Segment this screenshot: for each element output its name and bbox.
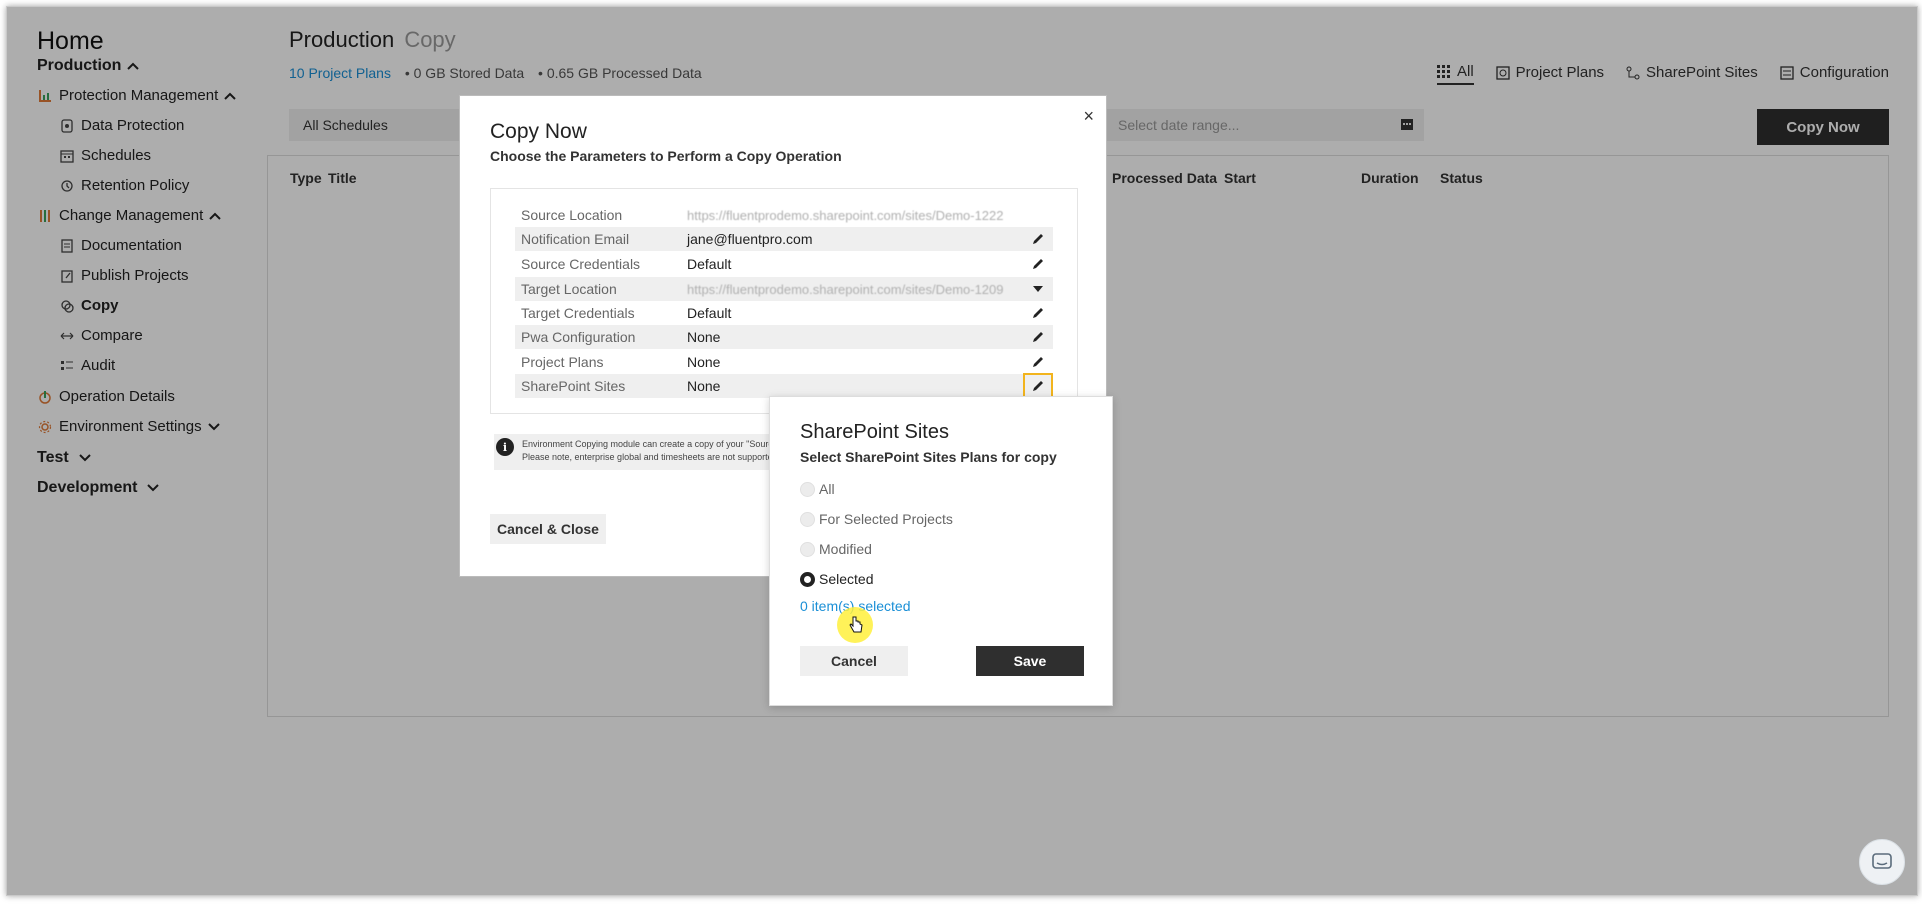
caret-down-icon[interactable] <box>1023 277 1053 301</box>
param-key: Target Credentials <box>521 305 635 321</box>
param-key: Target Location <box>521 281 617 297</box>
radio-button[interactable] <box>800 571 815 587</box>
edit-pencil-icon[interactable] <box>1023 252 1053 276</box>
param-value: None <box>687 378 721 394</box>
edit-pencil-icon[interactable] <box>1023 301 1053 325</box>
cancel-button[interactable]: Cancel <box>800 646 908 676</box>
radio-label: For Selected Projects <box>819 511 953 527</box>
popup-subtitle: Select SharePoint Sites Plans for copy <box>800 449 1057 465</box>
info-text-line: Environment Copying module can create a … <box>522 439 784 449</box>
popup-title: SharePoint Sites <box>800 421 949 443</box>
radio-label: Selected <box>819 571 874 587</box>
param-key: Notification Email <box>521 231 630 247</box>
chat-widget-button[interactable] <box>1859 839 1905 885</box>
parameters-table: Source Location https://fluentprodemo.sh… <box>490 188 1078 414</box>
param-key: Source Credentials <box>521 256 641 272</box>
radio-button[interactable] <box>800 541 815 557</box>
radio-selected[interactable]: Selected <box>800 571 873 587</box>
param-row-notification-email: Notification Email jane@fluentpro.com <box>515 227 1053 251</box>
param-key: Pwa Configuration <box>521 329 636 345</box>
param-row-target-credentials: Target Credentials Default <box>515 301 1053 325</box>
param-value: Default <box>687 256 732 272</box>
param-row-source-credentials: Source Credentials Default <box>515 252 1053 276</box>
param-value: None <box>687 329 721 345</box>
param-row-source-location: Source Location https://fluentprodemo.sh… <box>515 203 1053 227</box>
cancel-close-button[interactable]: Cancel & Close <box>490 514 606 544</box>
edit-pencil-icon[interactable] <box>1023 227 1053 251</box>
save-button[interactable]: Save <box>976 646 1084 676</box>
edit-pencil-icon[interactable] <box>1023 350 1053 374</box>
param-value: None <box>687 354 721 370</box>
app-window: Home Production Protection Management Da… <box>6 6 1918 896</box>
param-row-target-location: Target Location https://fluentprodemo.sh… <box>515 277 1053 301</box>
radio-button[interactable] <box>800 511 815 527</box>
hand-pointer-icon <box>849 616 863 633</box>
edit-pencil-icon[interactable] <box>1023 325 1053 349</box>
param-value: https://fluentprodemo.sharepoint.com/sit… <box>687 281 1004 297</box>
param-value: jane@fluentpro.com <box>687 231 813 247</box>
param-key: Project Plans <box>521 354 604 370</box>
radio-all[interactable]: All <box>800 481 835 497</box>
pointer-cursor-highlight <box>837 607 873 643</box>
sharepoint-sites-popup: SharePoint Sites Select SharePoint Sites… <box>769 396 1113 706</box>
param-value: https://fluentprodemo.sharepoint.com/sit… <box>687 207 1004 223</box>
info-note: i Environment Copying module can create … <box>494 434 784 470</box>
param-row-project-plans: Project Plans None <box>515 350 1053 374</box>
info-text-line: Please note, enterprise global and times… <box>522 452 781 462</box>
radio-for-selected-projects[interactable]: For Selected Projects <box>800 511 953 527</box>
radio-label: All <box>819 481 835 497</box>
radio-label: Modified <box>819 541 872 557</box>
param-key: Source Location <box>521 207 623 223</box>
dialog-title: Copy Now <box>490 120 587 143</box>
radio-button[interactable] <box>800 481 815 497</box>
close-icon[interactable]: × <box>1083 106 1094 127</box>
info-icon: i <box>496 438 514 456</box>
param-value: Default <box>687 305 732 321</box>
chat-icon <box>1872 853 1892 869</box>
param-row-pwa-configuration: Pwa Configuration None <box>515 325 1053 349</box>
param-row-sharepoint-sites: SharePoint Sites None <box>515 373 1053 399</box>
radio-modified[interactable]: Modified <box>800 541 872 557</box>
dialog-subtitle: Choose the Parameters to Perform a Copy … <box>490 148 842 164</box>
param-key: SharePoint Sites <box>521 378 626 394</box>
